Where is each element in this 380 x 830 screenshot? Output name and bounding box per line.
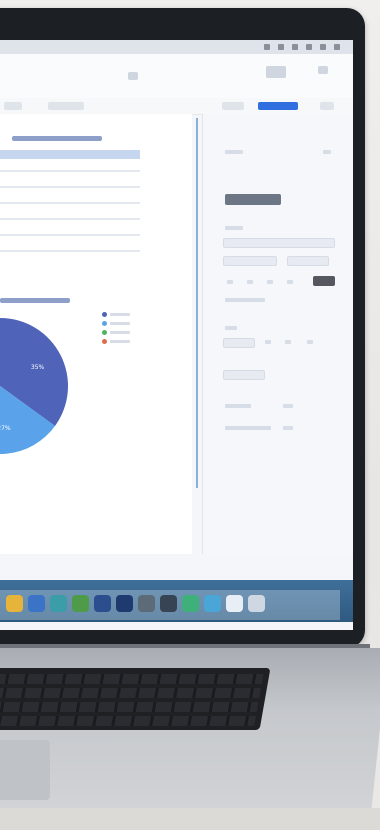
app-toolbar (0, 54, 353, 99)
format-sidebar (202, 114, 353, 554)
document-scrollbar[interactable] (196, 118, 198, 488)
sidebar-heading (225, 150, 243, 154)
app-icon-green[interactable] (72, 595, 89, 612)
legend-entry (110, 331, 130, 334)
pie-slice-label: 27% (0, 425, 11, 432)
laptop-screen: 35%27%15% (0, 40, 353, 630)
underline-button[interactable] (267, 280, 273, 284)
key-row (0, 702, 259, 712)
app-icon-darkblue[interactable] (94, 595, 111, 612)
user-icon (306, 43, 313, 50)
key-row (0, 716, 257, 726)
strikethrough-button[interactable] (287, 280, 293, 284)
table-row (0, 186, 140, 188)
app-icon-gray[interactable] (138, 595, 155, 612)
key-row (0, 688, 261, 698)
tab-active[interactable] (258, 102, 298, 110)
sidebar-dropdown[interactable] (323, 150, 331, 154)
key-row (0, 674, 264, 684)
keyboard (0, 668, 271, 730)
character-style-row[interactable] (225, 298, 265, 302)
pie-slice-label: 35% (31, 364, 45, 371)
legend-marker (102, 339, 107, 344)
wifi-icon (264, 43, 271, 50)
table-header-row (0, 150, 140, 159)
font-size-field[interactable] (287, 256, 329, 266)
font-style-select[interactable] (223, 256, 277, 266)
app-icon-slate[interactable] (160, 595, 177, 612)
text-color-well[interactable] (313, 276, 335, 286)
tab-arrange[interactable] (222, 102, 244, 110)
table-surface (0, 808, 380, 830)
style-swatch[interactable] (225, 194, 281, 205)
table-row (0, 202, 140, 204)
legend-marker (102, 312, 107, 317)
menu-bar (0, 40, 353, 55)
toolbar-comment-icon[interactable] (128, 72, 138, 80)
app-icon-cyan[interactable] (204, 595, 221, 612)
indent-control[interactable] (223, 370, 265, 380)
trackpad (0, 740, 50, 800)
toolbar-share-icon[interactable] (318, 66, 328, 74)
bold-button[interactable] (227, 280, 233, 284)
alignment-control[interactable] (223, 338, 255, 348)
trash-icon[interactable] (248, 595, 265, 612)
bullets-label (225, 426, 271, 430)
search-icon (320, 43, 327, 50)
table-row (0, 170, 140, 172)
app-icon-blue[interactable] (28, 595, 45, 612)
legend-entry (110, 322, 130, 325)
align-right-button[interactable] (285, 340, 291, 344)
font-label (225, 226, 243, 230)
battery-icon (278, 43, 285, 50)
align-center-button[interactable] (265, 340, 271, 344)
toolbar-collaborate-icon[interactable] (266, 66, 286, 78)
pie-chart: 35%27%15% (0, 318, 68, 454)
tab-text[interactable] (48, 102, 84, 110)
bullets-value[interactable] (283, 426, 293, 430)
alignment-label (225, 326, 237, 330)
tab-more[interactable] (320, 102, 334, 110)
spacing-label (225, 404, 251, 408)
table-row (0, 218, 140, 220)
format-tabbar (0, 98, 353, 115)
finder-icon[interactable] (6, 595, 23, 612)
document-canvas: 35%27%15% (0, 114, 192, 554)
pie-slices: 35%27%15% (0, 318, 68, 454)
font-family-select[interactable] (223, 238, 335, 248)
justify-button[interactable] (307, 340, 313, 344)
app-icon-white[interactable] (226, 595, 243, 612)
tab-style[interactable] (4, 102, 22, 110)
table-row (0, 234, 140, 236)
photo-scene: 35%27%15% (0, 0, 380, 830)
table-heading (12, 136, 102, 141)
app-icon-teal[interactable] (50, 595, 67, 612)
legend-marker (102, 321, 107, 326)
control-center-icon (334, 43, 340, 50)
clock-icon (292, 43, 299, 50)
legend-marker (102, 330, 107, 335)
italic-button[interactable] (247, 280, 253, 284)
legend-entry (110, 313, 130, 316)
spacing-value[interactable] (283, 404, 293, 408)
legend-entry (110, 340, 130, 343)
status-tray (264, 43, 345, 50)
dock (0, 580, 353, 622)
app-icon-navy[interactable] (116, 595, 133, 612)
chart-heading (0, 298, 70, 303)
table-row (0, 250, 140, 252)
app-icon-mint[interactable] (182, 595, 199, 612)
